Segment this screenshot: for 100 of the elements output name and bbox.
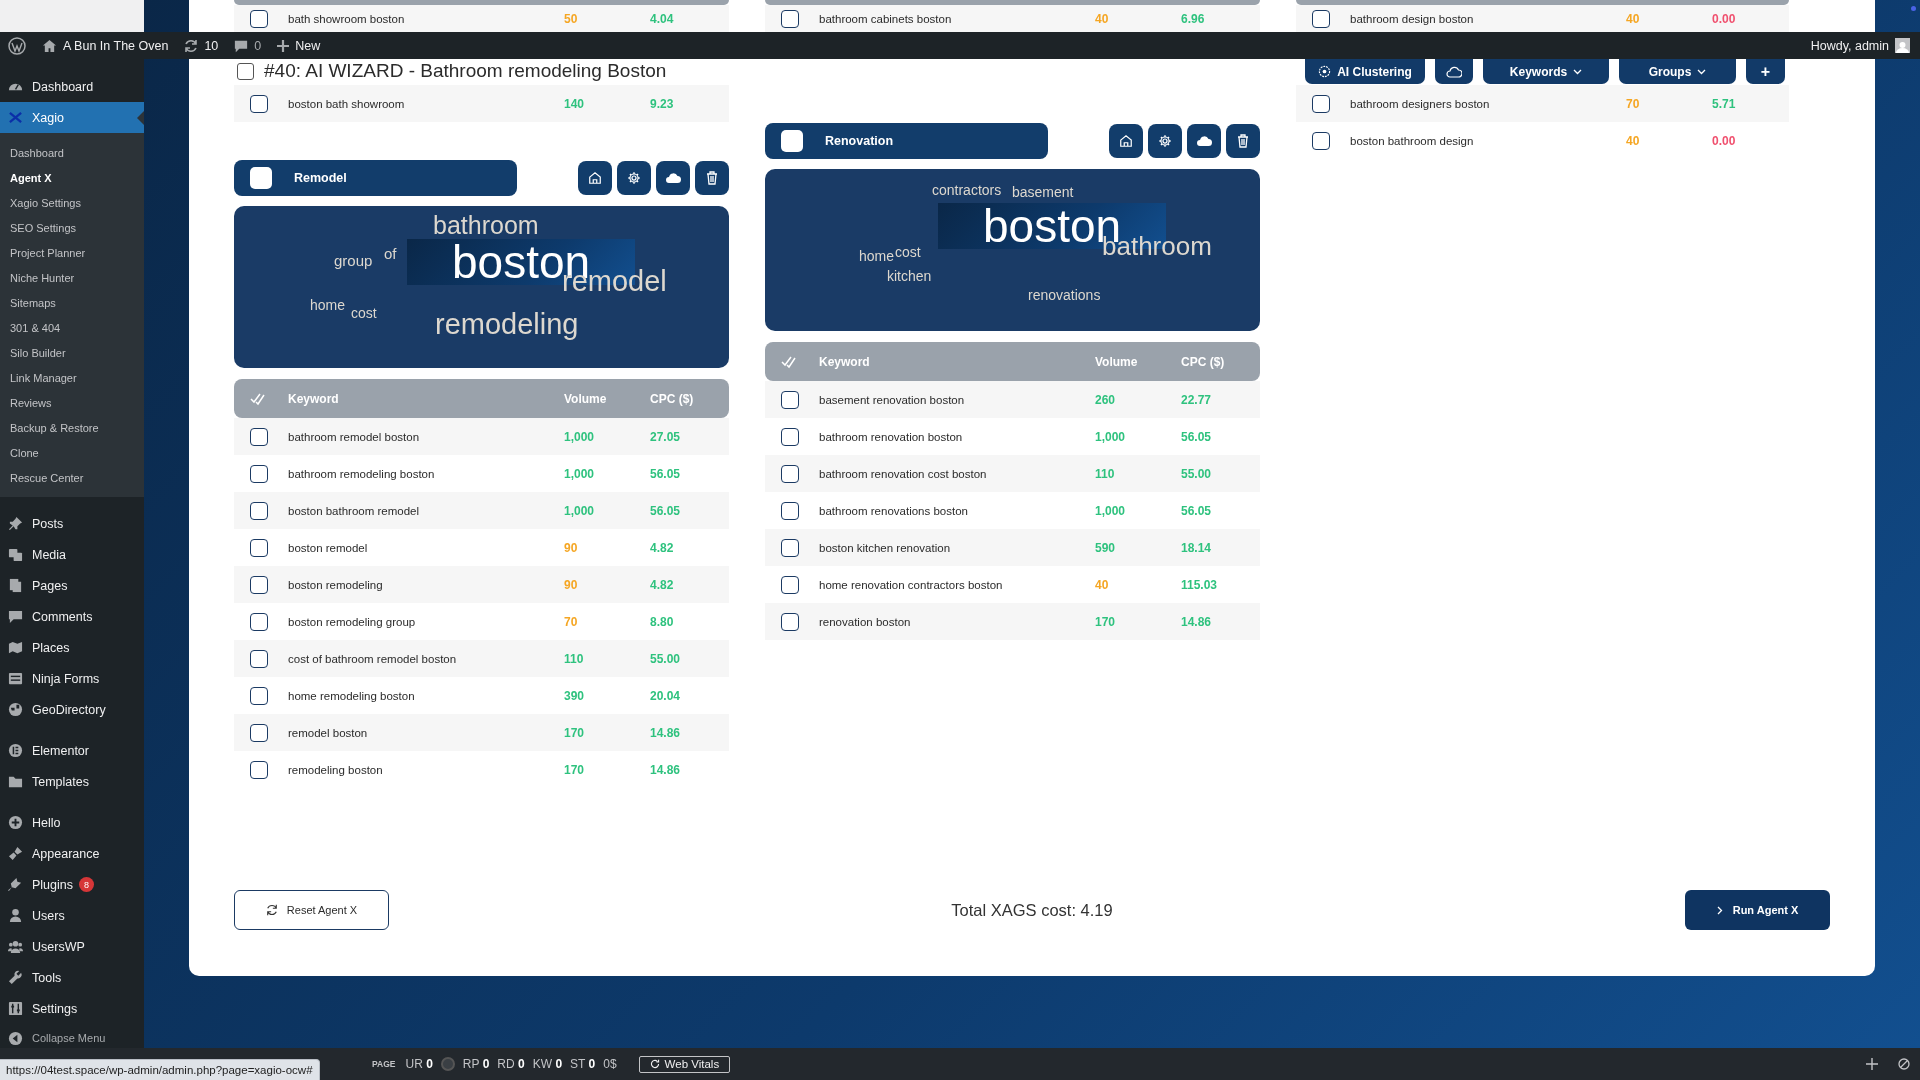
submenu-item[interactable]: Sitemaps	[0, 290, 144, 315]
submenu-item[interactable]: Clone	[0, 440, 144, 465]
checkbox[interactable]	[250, 538, 268, 557]
checkbox[interactable]	[250, 427, 268, 446]
settings-button[interactable]	[1148, 124, 1182, 158]
checkbox[interactable]	[250, 464, 268, 483]
updates-link[interactable]: 10	[176, 32, 227, 59]
checkbox[interactable]	[250, 575, 268, 594]
refresh-icon	[265, 904, 278, 916]
submenu-item[interactable]: Silo Builder	[0, 340, 144, 365]
checkbox[interactable]	[250, 686, 268, 705]
submenu-item[interactable]: Link Manager	[0, 365, 144, 390]
checkbox[interactable]	[1312, 94, 1330, 113]
checkbox[interactable]	[250, 501, 268, 520]
comments-link[interactable]: 0	[226, 32, 270, 59]
checkbox[interactable]	[781, 501, 799, 520]
checkbox[interactable]	[781, 9, 799, 28]
checkbox[interactable]	[250, 167, 272, 189]
checkbox[interactable]	[250, 9, 268, 28]
checkbox[interactable]	[781, 575, 799, 594]
site-link[interactable]: A Bun In The Oven	[34, 32, 177, 59]
cloud-button[interactable]	[1187, 124, 1221, 158]
double-check-icon[interactable]	[250, 391, 268, 406]
sidebar-item[interactable]: Users	[0, 900, 144, 931]
sidebar-item[interactable]: Dashboard	[0, 71, 144, 102]
home-button[interactable]	[578, 161, 612, 195]
sidebar-item[interactable]: Places	[0, 632, 144, 663]
add-button[interactable]: +	[1746, 59, 1785, 84]
sidebar-item[interactable]: Templates	[0, 766, 144, 797]
double-check-icon[interactable]	[781, 354, 799, 369]
delete-button[interactable]	[695, 161, 729, 195]
dropdown-button[interactable]: Keywords	[1483, 59, 1609, 84]
home-icon	[42, 38, 57, 53]
cpc-cell: 0.00	[1712, 133, 1736, 148]
sidebar-item[interactable]: Media	[0, 539, 144, 570]
reset-button[interactable]: Reset Agent X	[234, 890, 389, 930]
checkbox[interactable]	[250, 760, 268, 779]
submenu-item[interactable]: Project Planner	[0, 240, 144, 265]
plus-icon[interactable]	[1866, 1058, 1878, 1070]
checkbox[interactable]	[781, 427, 799, 446]
sidebar-item[interactable]: UsersWP	[0, 931, 144, 962]
x-logo-icon	[8, 110, 23, 125]
checkbox[interactable]	[250, 612, 268, 631]
submenu-item[interactable]: Niche Hunter	[0, 265, 144, 290]
checkbox[interactable]	[1312, 9, 1330, 28]
home-button[interactable]	[1109, 124, 1143, 158]
checkbox[interactable]	[781, 390, 799, 409]
submenu-item[interactable]: Xagio Settings	[0, 190, 144, 215]
sidebar-item[interactable]: Settings	[0, 993, 144, 1024]
column-header: Keyword	[819, 354, 871, 369]
sidebar-item[interactable]: Comments	[0, 601, 144, 632]
collapse-menu-button[interactable]: Collapse Menu	[0, 1028, 144, 1048]
checkbox[interactable]	[237, 62, 254, 80]
folder-icon	[8, 774, 23, 789]
settings-button[interactable]	[617, 161, 651, 195]
cpc-cell: 5.71	[1712, 96, 1736, 111]
checkbox[interactable]	[250, 649, 268, 668]
wordpress-logo-icon[interactable]	[8, 36, 26, 55]
delete-button[interactable]	[1226, 124, 1260, 158]
keyword-cell-text: bathroom renovation boston	[819, 430, 964, 443]
account-link[interactable]: Howdy, admin	[1802, 32, 1920, 59]
group-name[interactable]: Renovation	[825, 134, 894, 148]
sidebar-item[interactable]: Pages	[0, 570, 144, 601]
blocked-icon[interactable]	[1898, 1058, 1910, 1070]
sidebar-item[interactable]: Tools	[0, 962, 144, 993]
submenu-item[interactable]: Agent X	[0, 165, 144, 190]
submenu-item[interactable]: Dashboard	[0, 140, 144, 165]
new-link[interactable]: New	[269, 32, 329, 59]
submenu-item[interactable]: SEO Settings	[0, 215, 144, 240]
checkbox[interactable]	[1312, 131, 1330, 150]
sidebar-item[interactable]: Ninja Forms	[0, 663, 144, 694]
cloud-button[interactable]	[1435, 59, 1473, 84]
sidebar-item[interactable]: Plugins 8	[0, 869, 144, 900]
sidebar-item[interactable]: Posts	[0, 508, 144, 539]
checkbox[interactable]	[781, 612, 799, 631]
ai-clustering-button[interactable]: AI Clustering	[1305, 59, 1425, 84]
keyword-cell-text: boston kitchen renovation	[819, 541, 952, 554]
cloud-button[interactable]	[656, 161, 690, 195]
checkbox[interactable]	[781, 130, 803, 152]
web-vitals-button[interactable]: Web Vitals	[638, 1055, 731, 1073]
checkbox[interactable]	[781, 538, 799, 557]
cpc-cell: 55.00	[1181, 466, 1212, 481]
sidebar-item[interactable]: Xagio	[0, 102, 144, 133]
dropdown-button[interactable]: Groups	[1619, 59, 1736, 84]
submenu-item[interactable]: Backup & Restore	[0, 415, 144, 440]
submenu-item[interactable]: 301 & 404	[0, 315, 144, 340]
volume-cell: 90	[564, 540, 578, 555]
submenu-item[interactable]: Rescue Center	[0, 465, 144, 490]
sidebar-item[interactable]: GeoDirectory	[0, 694, 144, 725]
sidebar-item[interactable]: Appearance	[0, 838, 144, 869]
checkbox[interactable]	[250, 723, 268, 742]
count-badge: 8	[79, 877, 94, 892]
sidebar-item[interactable]: Hello	[0, 807, 144, 838]
checkbox[interactable]	[250, 94, 268, 113]
group-name[interactable]: Remodel	[294, 171, 347, 185]
submenu-item[interactable]: Reviews	[0, 390, 144, 415]
run-button[interactable]: Run Agent X	[1685, 890, 1830, 930]
globe-icon	[8, 702, 23, 717]
checkbox[interactable]	[781, 464, 799, 483]
sidebar-item[interactable]: Elementor	[0, 735, 144, 766]
